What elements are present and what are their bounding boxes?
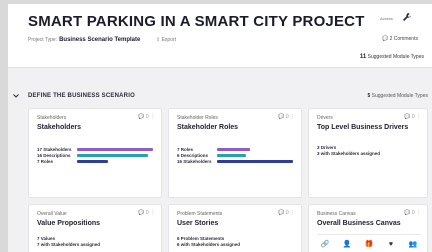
divider — [317, 234, 421, 235]
stat-bar — [77, 160, 108, 163]
stat-label: 7 Roles — [177, 147, 194, 152]
card-actions[interactable]: 💬 0 ⋮ — [404, 210, 421, 216]
comment-count: 0 — [145, 114, 149, 120]
card-subtitle: Drivers — [317, 115, 333, 121]
section-suggested-modules: 5 Suggested Module Types — [367, 93, 428, 99]
comment-count: 0 — [285, 114, 289, 120]
card-title: Stakeholder Roles — [177, 124, 239, 131]
people-icon[interactable]: 👥 — [405, 238, 421, 250]
wrench-icon[interactable] — [402, 12, 412, 22]
card-subtitle: Business Canvas — [317, 211, 356, 217]
card-title: Value Propositions — [37, 220, 101, 227]
comment-icon: 💬 — [404, 114, 411, 120]
gift-icon[interactable]: 🎁 — [361, 238, 377, 250]
stat-line: 3 Drivers — [317, 145, 337, 150]
module-card-drivers[interactable]: Drivers Top Level Business Drivers 💬 0 ⋮… — [308, 108, 428, 198]
section-suggested-count: 5 — [367, 93, 371, 99]
comment-icon: 💬 — [382, 36, 389, 42]
stat-line: 7 with Stakeholders assigned — [37, 242, 101, 247]
export-icon: ⇪ — [156, 37, 161, 43]
stat-line: 6 Problem Statements — [177, 236, 225, 241]
card-subtitle: Problem Statements — [177, 211, 223, 217]
card-actions[interactable]: 💬 0 ⋮ — [278, 210, 295, 216]
stat-label: 7 Roles — [37, 159, 54, 164]
comment-icon: 💬 — [404, 210, 411, 216]
stat-label: 17 Stakeholders — [37, 147, 72, 152]
card-actions[interactable]: 💬 0 ⋮ — [138, 210, 155, 216]
comment-icon: 💬 — [138, 114, 145, 120]
stat-label: 16 Descriptions — [37, 153, 71, 158]
card-actions[interactable]: 💬 0 ⋮ — [138, 114, 155, 120]
suggested-label: Suggested Module Types — [367, 54, 424, 60]
more-icon[interactable]: ⋮ — [290, 210, 295, 216]
comments-label: 2 Comments — [389, 36, 418, 42]
stat-bar — [217, 154, 246, 157]
access-label: Access — [380, 16, 393, 21]
export-label: Export — [161, 37, 177, 43]
chevron-down-icon[interactable] — [12, 92, 20, 100]
more-icon[interactable]: ⋮ — [416, 210, 421, 216]
card-title: Top Level Business Drivers — [317, 124, 409, 131]
stat-line: 7 Values — [37, 236, 56, 241]
link-icon[interactable]: 🔗 — [317, 238, 333, 250]
module-card-business-canvas[interactable]: Business Canvas Overall Business Canvas … — [308, 204, 428, 252]
card-subtitle: Stakeholder Roles — [177, 115, 218, 121]
person-icon[interactable]: 👤 — [339, 238, 355, 250]
module-card-value-propositions[interactable]: Overall Value Value Propositions 💬 0 ⋮ 7… — [28, 204, 162, 252]
stat-line: 6 with Stakeholders assigned — [177, 242, 241, 247]
comment-count: 0 — [411, 114, 415, 120]
comment-icon: 💬 — [278, 210, 285, 216]
module-card-stakeholders[interactable]: Stakeholders Stakeholders 💬 0 ⋮ 17 Stake… — [28, 108, 162, 198]
comments-button[interactable]: 💬 2 Comments — [382, 36, 418, 42]
project-type-value: Business Scenario Template — [59, 37, 141, 43]
card-actions[interactable]: 💬 0 ⋮ — [404, 114, 421, 120]
comment-icon: 💬 — [278, 114, 285, 120]
more-icon[interactable]: ⋮ — [416, 114, 421, 120]
card-subtitle: Overall Value — [37, 211, 67, 217]
card-title: User Stories — [177, 220, 219, 227]
comment-count: 0 — [411, 210, 415, 216]
card-actions[interactable]: 💬 0 ⋮ — [278, 114, 295, 120]
comment-count: 0 — [285, 210, 289, 216]
more-icon[interactable]: ⋮ — [150, 210, 155, 216]
stat-line: 3 with Stakeholders assigned — [317, 151, 381, 156]
export-button[interactable]: ⇪ Export — [156, 37, 176, 43]
project-type: Project Type: Business Scenario Template — [28, 37, 140, 43]
card-title: Stakeholders — [37, 124, 81, 131]
section-suggested-label: Suggested Module Types — [371, 93, 428, 99]
stat-bar — [217, 160, 293, 163]
card-title: Overall Business Canvas — [317, 220, 401, 227]
canvas-icon-row: 🔗 👤 🎁 ♥ 👥 — [317, 238, 421, 250]
app-frame: SMART PARKING IN A SMART CITY PROJECT Pr… — [8, 4, 432, 252]
heart-icon[interactable]: ♥ — [383, 238, 399, 250]
section-header[interactable]: DEFINE THE BUSINESS SCENARIO 5 Suggested… — [8, 90, 432, 104]
project-header: SMART PARKING IN A SMART CITY PROJECT Pr… — [8, 4, 432, 68]
card-subtitle: Stakeholders — [37, 115, 67, 121]
stat-bar — [77, 148, 153, 151]
page-title: SMART PARKING IN A SMART CITY PROJECT — [28, 13, 365, 30]
project-type-label: Project Type: — [28, 37, 58, 43]
suggested-count: 11 — [359, 54, 367, 60]
stat-bar — [77, 154, 148, 157]
comment-count: 0 — [145, 210, 149, 216]
more-icon[interactable]: ⋮ — [150, 114, 155, 120]
stat-label: 6 Descriptions — [177, 153, 209, 158]
comment-icon: 💬 — [138, 210, 145, 216]
stat-label: 16 Stakeholders — [177, 159, 212, 164]
module-card-user-stories[interactable]: Problem Statements User Stories 💬 0 ⋮ 6 … — [168, 204, 302, 252]
module-card-stakeholder-roles[interactable]: Stakeholder Roles Stakeholder Roles 💬 0 … — [168, 108, 302, 198]
suggested-modules: 11 Suggested Module Types — [360, 54, 424, 60]
section-title: DEFINE THE BUSINESS SCENARIO — [28, 93, 135, 99]
more-icon[interactable]: ⋮ — [290, 114, 295, 120]
stat-bar — [217, 148, 250, 151]
